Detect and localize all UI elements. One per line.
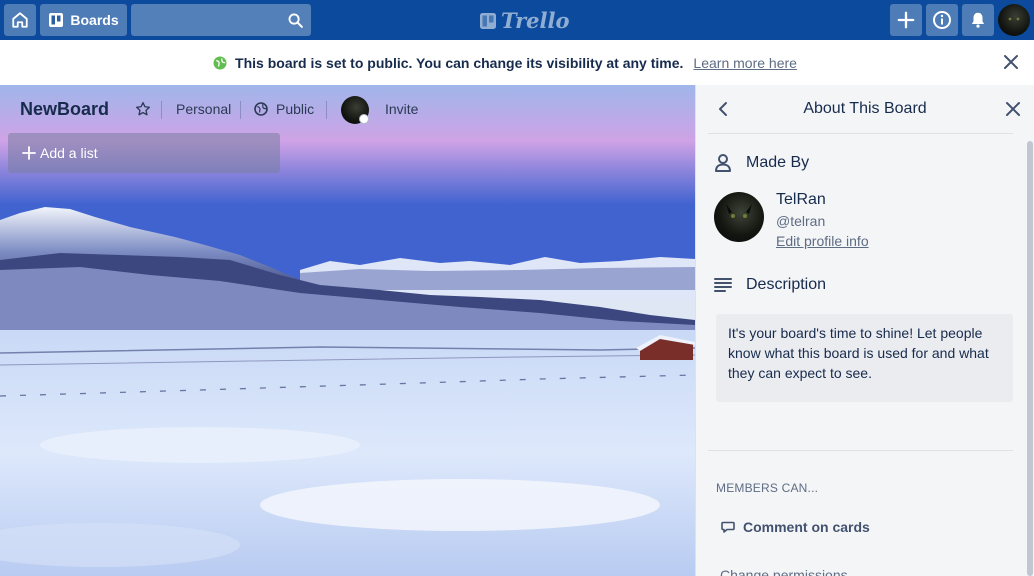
trello-logo-icon [480, 12, 496, 29]
search-icon[interactable] [287, 12, 304, 29]
close-banner-icon[interactable] [1002, 53, 1020, 71]
top-navigation-bar: Boards Trello [0, 0, 1034, 40]
star-icon[interactable] [135, 101, 151, 117]
comment-permission-label: Comment on cards [743, 519, 870, 535]
author-avatar-image [726, 204, 752, 218]
board-header: NewBoard Personal Public Invite [0, 85, 695, 133]
globe-outline-icon [254, 102, 268, 116]
description-text: It's your board's time to shine! Let peo… [728, 325, 989, 381]
board-title[interactable]: NewBoard [20, 99, 109, 120]
comment-permission: Comment on cards [721, 519, 870, 535]
info-button[interactable] [926, 4, 958, 36]
made-by-heading: Made By [714, 153, 809, 173]
home-button[interactable] [4, 4, 36, 36]
plus-icon [22, 146, 36, 160]
board-canvas: NewBoard Personal Public Invite Add a li… [0, 85, 695, 576]
admin-badge-icon [359, 114, 369, 124]
sidebar-divider [708, 450, 1013, 451]
description-box[interactable]: It's your board's time to shine! Let peo… [716, 314, 1013, 402]
avatar-image [1008, 17, 1020, 21]
header-separator [161, 101, 162, 119]
banner-message: This board is set to public. You can cha… [235, 54, 684, 71]
search-input[interactable] [131, 4, 311, 36]
invite-button[interactable]: Invite [385, 101, 418, 117]
notifications-button[interactable] [962, 4, 994, 36]
sidebar-title: About This Board [803, 100, 927, 117]
description-heading: Description [714, 276, 826, 294]
made-by-label: Made By [746, 154, 810, 171]
author-avatar[interactable] [714, 192, 764, 242]
change-permissions-link[interactable]: Change permissions [720, 567, 848, 576]
sidebar-divider [708, 133, 1013, 134]
description-icon [714, 278, 732, 292]
boards-icon [49, 13, 64, 27]
add-list-label: Add a list [40, 145, 98, 161]
boards-label: Boards [70, 12, 119, 28]
sidebar-scrollbar[interactable] [1027, 141, 1033, 576]
learn-more-link[interactable]: Learn more here [693, 55, 797, 71]
members-can-heading: MEMBERS CAN... [716, 481, 819, 495]
sidebar-header: About This Board [696, 85, 1034, 133]
user-avatar[interactable] [998, 4, 1030, 36]
author-name[interactable]: TelRan [776, 191, 826, 209]
visibility-selector[interactable]: Public [276, 101, 314, 117]
home-icon [12, 12, 28, 28]
close-sidebar-icon[interactable] [1005, 101, 1021, 117]
header-separator [240, 101, 241, 119]
logo-text: Trello [501, 8, 570, 33]
bell-icon [971, 12, 985, 28]
info-icon [933, 11, 951, 29]
header-separator [326, 101, 327, 119]
person-icon [715, 154, 731, 172]
search-box[interactable] [131, 4, 311, 36]
description-label: Description [746, 276, 827, 293]
edit-profile-link[interactable]: Edit profile info [776, 233, 869, 249]
comment-icon [721, 521, 735, 533]
author-handle: @telran [776, 213, 826, 229]
plus-icon [897, 11, 915, 29]
board-menu-sidebar: About This Board Made By TelRan @telran … [695, 85, 1034, 576]
team-selector[interactable]: Personal [176, 101, 231, 117]
boards-button[interactable]: Boards [40, 4, 127, 36]
create-button[interactable] [890, 4, 922, 36]
add-list-button[interactable]: Add a list [8, 133, 280, 173]
visibility-banner: This board is set to public. You can cha… [0, 40, 1034, 85]
globe-icon [213, 56, 227, 69]
trello-logo[interactable]: Trello [479, 8, 570, 33]
